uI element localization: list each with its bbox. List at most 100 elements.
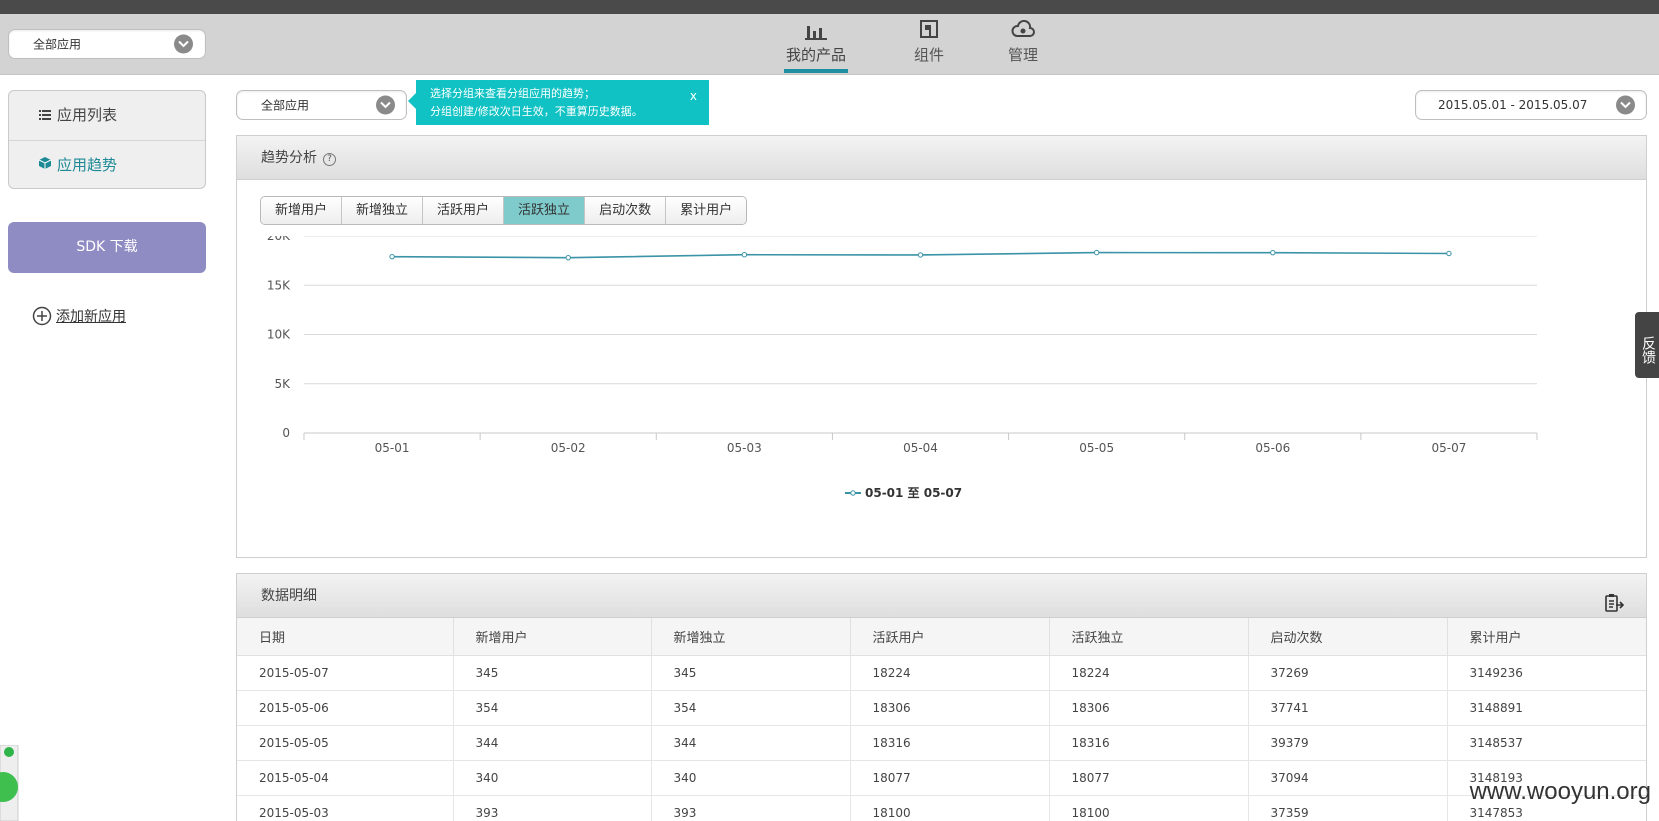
- table-row: 2015-05-04 340 340 18077 18077 37094 3148193: [237, 760, 1646, 796]
- tooltip-line-2: 分组创建/修改次日生效，不重算历史数据。: [430, 105, 643, 118]
- table-row: 2015-05-03 393 393 18100 18100 37359 3147853: [237, 795, 1646, 821]
- column-header[interactable]: 活跃用户: [850, 618, 1050, 656]
- table-row: 2015-05-06 354 354 18306 18306 37741 3148891: [237, 690, 1646, 726]
- component-icon: [912, 20, 946, 42]
- nav-my-products-label: 我的产品: [785, 46, 846, 64]
- app-filter-select[interactable]: 全部应用: [8, 29, 206, 59]
- x-tick-label: 05-05: [1079, 441, 1114, 455]
- tab-active-unique[interactable]: 活跃独立: [503, 197, 585, 224]
- tab-new-unique[interactable]: 新增独立: [341, 197, 423, 224]
- table-cell: 340: [453, 760, 652, 796]
- trend-line-chart: 20K 15K 10K 5K 0 05-01 05-02 05-03 05-04 05-05 05-…: [267, 236, 1538, 500]
- legend-marker: [850, 490, 856, 496]
- table-cell: 39379: [1248, 725, 1448, 761]
- nav-manage[interactable]: 管理: [1006, 19, 1040, 76]
- table-row: 2015-05-07 345 345 18224 18224 37269 3149236: [237, 655, 1646, 691]
- table-cell: 3149236: [1447, 655, 1646, 691]
- x-tick-label: 05-07: [1431, 441, 1466, 455]
- column-header[interactable]: 启动次数: [1248, 618, 1448, 656]
- table-cell: 18100: [850, 795, 1050, 821]
- nav-components-label: 组件: [913, 46, 944, 64]
- column-header[interactable]: 活跃独立: [1049, 618, 1249, 656]
- table-cell: 354: [453, 690, 652, 726]
- group-filter-value: 全部应用: [261, 98, 310, 113]
- table-cell: 37359: [1248, 795, 1448, 821]
- data-point: [389, 253, 395, 260]
- chevron-down-icon: [174, 34, 193, 54]
- nav-my-products[interactable]: 我的产品: [784, 20, 848, 76]
- tab-launches[interactable]: 启动次数: [584, 197, 666, 224]
- list-icon: [37, 91, 53, 140]
- app-filter-value: 全部应用: [33, 37, 82, 52]
- tab-cumulative-users[interactable]: 累计用户: [665, 197, 747, 224]
- table-cell: 18316: [1049, 725, 1249, 761]
- table-cell: 2015-05-07: [237, 655, 454, 691]
- table-cell: 354: [651, 690, 851, 726]
- column-header[interactable]: 新增用户: [453, 618, 652, 656]
- table-cell: 18100: [1049, 795, 1249, 821]
- table-cell: 393: [453, 795, 652, 821]
- detail-panel: 数据明细 日期 新增用户 新增独立 活跃用户 活跃独立 启动次数 累计用户 20…: [236, 573, 1647, 821]
- sidebar-item-app-list-label: 应用列表: [57, 106, 118, 124]
- table-cell: 18306: [850, 690, 1050, 726]
- table-cell: 344: [651, 725, 851, 761]
- sidebar-menu: 应用列表 应用趋势: [8, 90, 206, 189]
- feedback-tab[interactable]: 反馈: [1635, 312, 1659, 378]
- trend-panel: 趋势分析? 新增用户 新增独立 活跃用户 活跃独立 启动次数 累计用户 20K 1…: [236, 135, 1647, 558]
- chevron-down-icon: [1616, 95, 1635, 115]
- table-cell: 345: [651, 655, 851, 691]
- nav-components[interactable]: 组件: [912, 20, 946, 76]
- tab-active-users[interactable]: 活跃用户: [422, 197, 504, 224]
- table-cell: 37269: [1248, 655, 1448, 691]
- x-tick-label: 05-01: [375, 441, 410, 455]
- y-tick-label: 5K: [274, 377, 291, 391]
- sidebar-item-app-list[interactable]: 应用列表: [9, 91, 205, 140]
- top-navbar: 全部应用 我的产品 组件 管理: [0, 14, 1659, 75]
- y-tick-label: 15K: [267, 278, 291, 292]
- x-tick-label: 05-03: [727, 441, 762, 455]
- group-filter-select[interactable]: 全部应用: [236, 90, 407, 120]
- sidebar-item-app-trend-label: 应用趋势: [57, 156, 118, 174]
- tooltip-close-button[interactable]: x: [690, 87, 697, 105]
- table-cell: 18077: [1049, 760, 1249, 796]
- date-range-select[interactable]: 2015.05.01 - 2015.05.07: [1415, 90, 1647, 120]
- export-icon[interactable]: [1604, 587, 1625, 631]
- data-point: [1093, 249, 1100, 256]
- table-cell: 18224: [1049, 655, 1249, 691]
- help-icon[interactable]: ?: [323, 153, 336, 166]
- table-cell: 393: [651, 795, 851, 821]
- table-cell: 2015-05-03: [237, 795, 454, 821]
- data-point: [917, 252, 924, 258]
- group-tooltip: 选择分组来查看分组应用的趋势； 分组创建/修改次日生效，不重算历史数据。 x: [408, 80, 709, 125]
- data-point: [1446, 250, 1452, 257]
- table-header-row: 日期 新增用户 新增独立 活跃用户 活跃独立 启动次数 累计用户: [237, 618, 1646, 656]
- bar-chart-icon: [784, 20, 848, 42]
- trend-panel-header: 趋势分析?: [237, 136, 1646, 180]
- sidebar-item-app-trend[interactable]: 应用趋势: [9, 140, 205, 188]
- table-cell: 37094: [1248, 760, 1448, 796]
- add-new-app-link[interactable]: 添加新应用: [32, 306, 126, 326]
- x-tick-label: 05-06: [1255, 441, 1290, 455]
- floating-status-widget[interactable]: [0, 744, 22, 821]
- table-cell: 340: [651, 760, 851, 796]
- data-point: [741, 252, 748, 258]
- column-header[interactable]: 日期: [237, 618, 454, 656]
- table-cell: 18224: [850, 655, 1050, 691]
- y-tick-label: 20K: [267, 236, 291, 243]
- cloud-gear-icon: [1006, 19, 1040, 42]
- nav-active-underline: [784, 69, 848, 73]
- window-top-strip: [0, 0, 1659, 14]
- table-cell: 18077: [850, 760, 1050, 796]
- data-point: [565, 254, 571, 261]
- tab-new-users[interactable]: 新增用户: [261, 197, 342, 224]
- data-point: [1270, 249, 1276, 256]
- watermark: www.wooyun.org: [1469, 778, 1651, 805]
- x-tick-label: 05-04: [903, 441, 938, 455]
- cube-icon: [37, 141, 53, 188]
- date-range-value: 2015.05.01 - 2015.05.07: [1438, 98, 1588, 112]
- table-cell: 3148891: [1447, 690, 1646, 726]
- column-header[interactable]: 新增独立: [651, 618, 851, 656]
- sdk-download-button[interactable]: SDK 下载: [8, 222, 206, 273]
- table-cell: 344: [453, 725, 652, 761]
- table-cell: 345: [453, 655, 652, 691]
